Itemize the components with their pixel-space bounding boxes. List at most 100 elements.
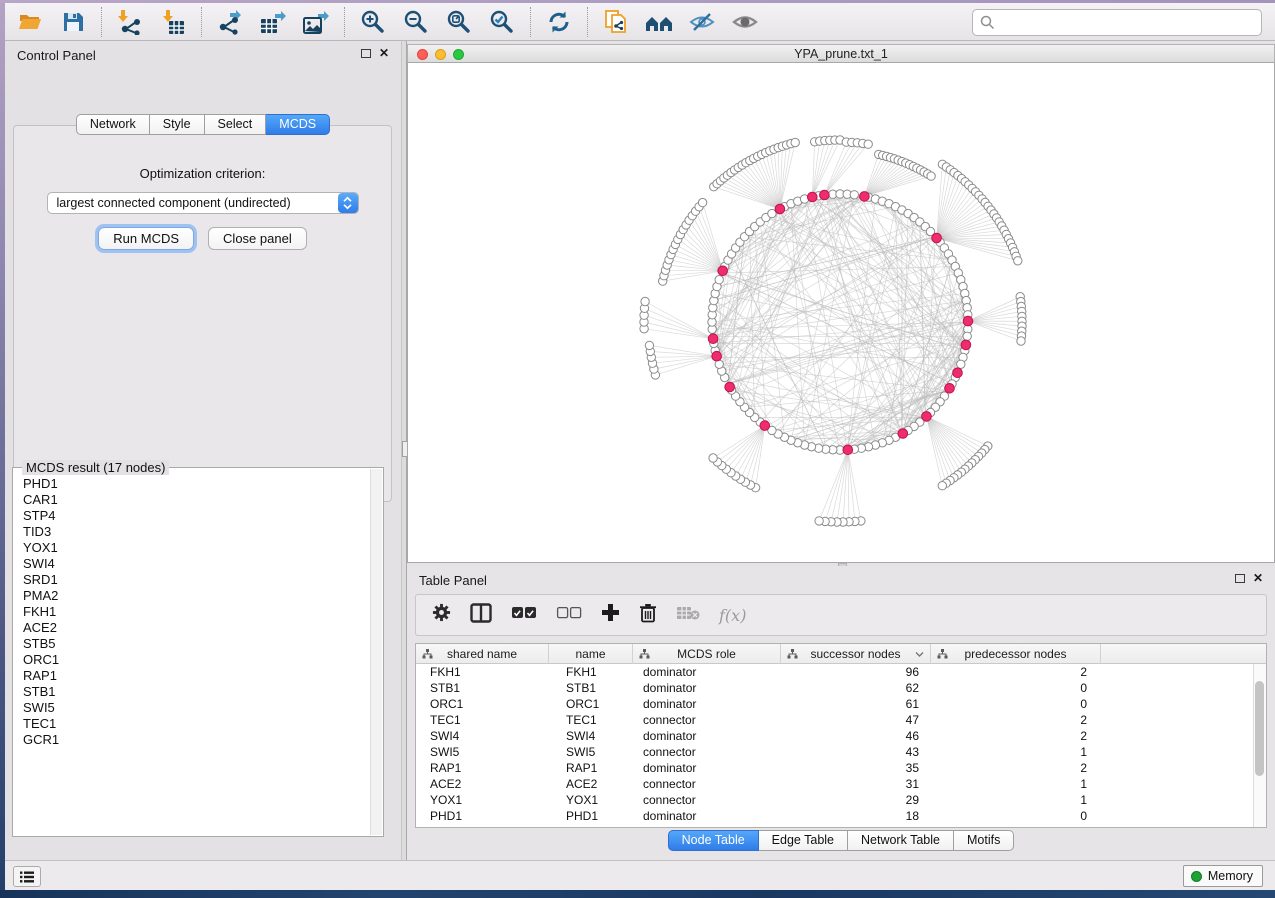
table-cell: 2 (931, 728, 1101, 744)
mcds-result-item[interactable]: RAP1 (23, 668, 370, 684)
table-row[interactable]: YOX1YOX1connector291 (416, 792, 1266, 808)
table-row[interactable]: TEC1TEC1connector472 (416, 712, 1266, 728)
save-icon (61, 10, 85, 34)
mcds-result-list[interactable]: PHD1CAR1STP4TID3YOX1SWI4SRD1PMA2FKH1ACE2… (14, 476, 370, 835)
table-cell: SWI5 (549, 744, 633, 760)
network-window-titlebar[interactable]: YPA_prune.txt_1 (407, 44, 1275, 63)
table-row[interactable]: SWI4SWI4dominator462 (416, 728, 1266, 744)
hide-selected-button[interactable] (687, 6, 717, 38)
table-scrollbar[interactable] (1253, 664, 1266, 827)
table-cell: 2 (931, 664, 1101, 680)
column-header-MCDS-role[interactable]: MCDS role (633, 644, 781, 664)
table-row[interactable]: RAP1RAP1dominator352 (416, 760, 1266, 776)
search-input[interactable] (972, 9, 1262, 36)
close-panel-icon[interactable]: ✕ (379, 46, 389, 60)
float-panel-icon[interactable] (361, 49, 371, 58)
table-cell: YOX1 (416, 792, 549, 808)
column-label: predecessor nodes (964, 647, 1066, 661)
open-session-button[interactable] (15, 6, 45, 38)
table-cell: dominator (633, 696, 781, 712)
mcds-result-item[interactable]: SWI4 (23, 556, 370, 572)
delete-row-button[interactable] (639, 603, 657, 628)
task-history-button[interactable] (13, 866, 41, 887)
mcds-result-item[interactable]: FKH1 (23, 604, 370, 620)
table-row[interactable]: FKH1FKH1dominator962 (416, 664, 1266, 680)
column-header-predecessor-nodes[interactable]: predecessor nodes (931, 644, 1101, 664)
table-row[interactable]: ACE2ACE2connector311 (416, 776, 1266, 792)
export-image-button[interactable] (301, 6, 331, 38)
delete-table-button[interactable] (676, 605, 700, 626)
tab-network[interactable]: Network (76, 114, 150, 135)
mcds-result-item[interactable]: STB1 (23, 684, 370, 700)
mcds-result-item[interactable]: PMA2 (23, 588, 370, 604)
tab-network-table[interactable]: Network Table (848, 830, 954, 851)
mcds-result-item[interactable]: STP4 (23, 508, 370, 524)
export-network-button[interactable] (215, 6, 245, 38)
table-cell: 62 (781, 680, 931, 696)
mcds-result-item[interactable]: CAR1 (23, 492, 370, 508)
show-columns-button[interactable] (470, 603, 492, 628)
search-icon (980, 15, 995, 30)
column-header-shared-name[interactable]: shared name (416, 644, 549, 664)
control-panel: Control Panel ✕ NetworkStyleSelectMCDS O… (5, 41, 401, 860)
import-network-button[interactable] (115, 6, 145, 38)
table-panel-tabs: Node TableEdge TableNetwork TableMotifs (407, 830, 1275, 851)
table-cell: dominator (633, 680, 781, 696)
mcds-result-item[interactable]: ORC1 (23, 652, 370, 668)
memory-button[interactable]: Memory (1183, 865, 1263, 887)
mcds-result-item[interactable]: TID3 (23, 524, 370, 540)
show-all-button[interactable] (730, 6, 760, 38)
import-table-button[interactable] (158, 6, 188, 38)
table-row[interactable]: SWI5SWI5connector431 (416, 744, 1266, 760)
function-builder-button[interactable]: f(x) (719, 606, 746, 625)
tab-motifs[interactable]: Motifs (954, 830, 1014, 851)
save-session-button[interactable] (58, 6, 88, 38)
table-row[interactable]: STB1STB1dominator620 (416, 680, 1266, 696)
column-header-successor-nodes[interactable]: successor nodes (781, 644, 931, 664)
mcds-result-item[interactable]: TEC1 (23, 716, 370, 732)
tab-edge-table[interactable]: Edge Table (759, 830, 848, 851)
table-cell: dominator (633, 664, 781, 680)
mcds-list-scrollbar[interactable] (370, 469, 382, 835)
mcds-result-item[interactable]: YOX1 (23, 540, 370, 556)
table-cell: PHD1 (416, 808, 549, 824)
add-row-button[interactable] (601, 603, 620, 627)
column-header-name[interactable]: name (549, 644, 633, 664)
mcds-result-item[interactable]: ACE2 (23, 620, 370, 636)
select-all-button[interactable] (511, 606, 537, 625)
mcds-result-item[interactable]: SRD1 (23, 572, 370, 588)
network-canvas[interactable] (407, 63, 1275, 563)
optimization-criterion-label: Optimization criterion: (14, 166, 391, 181)
float-panel-icon[interactable] (1235, 574, 1245, 583)
table-cell: connector (633, 744, 781, 760)
table-options-button[interactable] (432, 603, 451, 627)
deselect-all-button[interactable] (556, 606, 582, 625)
mcds-result-item[interactable]: GCR1 (23, 732, 370, 748)
mcds-result-item[interactable]: STB5 (23, 636, 370, 652)
tab-style[interactable]: Style (150, 114, 205, 135)
fit-content-button[interactable] (444, 6, 474, 38)
close-panel-button[interactable]: Close panel (208, 227, 307, 250)
export-table-button[interactable] (258, 6, 288, 38)
show-eye-icon (731, 10, 759, 34)
tab-node-table[interactable]: Node Table (668, 830, 759, 851)
table-row[interactable]: PHD1PHD1dominator180 (416, 808, 1266, 824)
mcds-result-item[interactable]: PHD1 (23, 476, 370, 492)
criterion-dropdown[interactable]: largest connected component (undirected) (47, 192, 359, 214)
table-row[interactable]: ORC1ORC1dominator610 (416, 696, 1266, 712)
run-mcds-button[interactable]: Run MCDS (98, 227, 194, 250)
table-scrollbar-thumb[interactable] (1255, 681, 1264, 776)
close-panel-icon[interactable]: ✕ (1253, 571, 1263, 585)
first-neighbors-icon (644, 10, 674, 34)
fit-selected-button[interactable] (487, 6, 517, 38)
tab-mcds[interactable]: MCDS (266, 114, 330, 135)
select-all-icon (511, 606, 537, 620)
first-neighbors-button[interactable] (644, 6, 674, 38)
apply-layout-button[interactable] (544, 6, 574, 38)
tab-select[interactable]: Select (205, 114, 267, 135)
mcds-result-item[interactable]: SWI5 (23, 700, 370, 716)
clone-network-button[interactable] (601, 6, 631, 38)
zoom-in-button[interactable] (358, 6, 388, 38)
fit-selected-icon (489, 9, 515, 35)
zoom-out-button[interactable] (401, 6, 431, 38)
